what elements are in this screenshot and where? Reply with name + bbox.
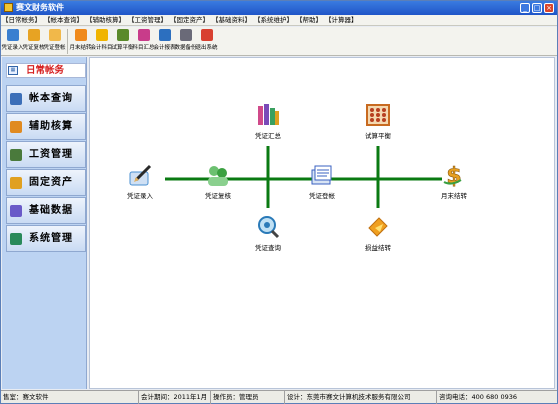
- menu-calculator[interactable]: 【计算器】: [324, 15, 359, 25]
- node-voucher-query[interactable]: 凭证查询: [238, 214, 298, 252]
- tool-reports[interactable]: 会计报表: [153, 27, 176, 56]
- tool-label: 退出系统: [195, 45, 218, 51]
- menu-ledger-query[interactable]: 【帐本查询】: [43, 15, 84, 25]
- printer-icon: [180, 29, 192, 41]
- node-voucher-post[interactable]: 凭证登帐: [292, 162, 352, 200]
- tool-voucher-review[interactable]: 凭证复核: [22, 27, 45, 56]
- menu-payroll[interactable]: 【工资管理】: [127, 15, 168, 25]
- node-label: 损益结转: [365, 244, 391, 252]
- check-voucher-icon: [28, 29, 40, 41]
- node-label: 月末结转: [441, 192, 467, 200]
- tool-voucher-entry[interactable]: 凭证录入: [1, 27, 24, 56]
- toolbar: 凭证录入 凭证复核 凭证登帐 月末结转 会计科目 试算平衡 科目汇总 会计报表 …: [1, 27, 557, 56]
- menu-help[interactable]: 【帮助】: [295, 15, 323, 25]
- daily-accounts-tab[interactable]: ▦ 日常帐务: [6, 63, 86, 78]
- tool-account-summary[interactable]: 科目汇总: [132, 27, 155, 56]
- settings-icon: [10, 233, 22, 245]
- maximize-button[interactable]: □: [532, 3, 542, 13]
- ledger-book-icon: [311, 165, 332, 185]
- pen-voucher-icon: [7, 29, 19, 41]
- nav-label: 系统管理: [29, 233, 73, 244]
- node-label: 凭证录入: [127, 192, 153, 200]
- abacus-icon: [366, 104, 390, 126]
- people-check-icon: [208, 166, 228, 186]
- menu-auxiliary[interactable]: 【辅助核算】: [85, 15, 126, 25]
- close-button[interactable]: ×: [544, 3, 554, 13]
- sync-icon: [75, 29, 87, 41]
- node-trial-balance[interactable]: 试算平衡: [348, 102, 408, 140]
- nav-ledger-query[interactable]: 帐本查询: [6, 85, 86, 112]
- status-operator: 操作员：管理员: [211, 391, 285, 404]
- data-icon: [10, 205, 22, 217]
- asset-icon: [10, 177, 22, 189]
- nav-basic-data[interactable]: 基础数据: [6, 197, 86, 224]
- status-period: 会计期间：2011年1月: [139, 391, 211, 404]
- node-voucher-entry[interactable]: 凭证录入: [110, 162, 170, 200]
- node-month-end-transfer[interactable]: $ 月末结转: [424, 162, 484, 200]
- nav-label: 工资管理: [29, 149, 73, 160]
- status-bar: 售室：赛文软件 会计期间：2011年1月 操作员：管理员 设计：东莞市赛文计算机…: [1, 390, 557, 404]
- node-label: 试算平衡: [365, 132, 391, 140]
- workflow-area: 凭证录入 凭证复核 凭证汇总 凭证查询 凭证登帐 试算平衡 损益结转 $ 月末结…: [89, 57, 555, 389]
- summary-icon: [138, 29, 150, 41]
- node-profit-loss-transfer[interactable]: 损益结转: [348, 214, 408, 252]
- nav-auxiliary[interactable]: 辅助核算: [6, 113, 86, 140]
- node-label: 凭证查询: [255, 244, 281, 252]
- menu-fixed-assets[interactable]: 【固定资产】: [169, 15, 210, 25]
- app-window: 赛文财务软件 _ □ × 【日常帐务】 【帐本查询】 【辅助核算】 【工资管理】…: [0, 0, 558, 404]
- book-query-icon: [10, 93, 22, 105]
- tool-month-end[interactable]: 月末结转: [69, 27, 92, 56]
- window-title: 赛文财务软件: [16, 3, 64, 12]
- node-voucher-summary[interactable]: 凭证汇总: [238, 102, 298, 140]
- book-icon: [49, 29, 61, 41]
- tool-label: 凭证登帐: [43, 45, 66, 51]
- node-label: 凭证登帐: [309, 192, 335, 200]
- tool-backup[interactable]: 数据备份: [174, 27, 197, 56]
- app-icon: [4, 3, 13, 12]
- pen-icon: [129, 164, 152, 186]
- menu-daily[interactable]: 【日常帐务】: [1, 15, 42, 25]
- menu-maintenance[interactable]: 【系统维护】: [253, 15, 294, 25]
- title-bar[interactable]: 赛文财务软件 _ □ ×: [1, 1, 557, 15]
- folder-arrow-icon: [368, 217, 388, 237]
- nav-system-management[interactable]: 系统管理: [6, 225, 86, 252]
- minimize-button[interactable]: _: [520, 3, 530, 13]
- status-company: 设计：东莞市赛文计算机技术服务有限公司: [285, 391, 437, 404]
- ledger-icon: [96, 29, 108, 41]
- tool-trial-balance[interactable]: 试算平衡: [111, 27, 134, 56]
- money-icon: [10, 149, 22, 161]
- menu-basic-data[interactable]: 【基础资料】: [211, 15, 252, 25]
- nav-label: 帐本查询: [29, 93, 73, 104]
- people-icon: [10, 121, 22, 133]
- nav-fixed-assets[interactable]: 固定资产: [6, 169, 86, 196]
- tool-exit[interactable]: 退出系统: [195, 27, 218, 56]
- nav-label: 基础数据: [29, 205, 73, 216]
- workflow-lines: [165, 146, 442, 208]
- nav-label: 固定资产: [29, 177, 73, 188]
- scale-icon: [117, 29, 129, 41]
- dollar-icon: $: [443, 164, 462, 189]
- nav-label: 辅助核算: [29, 121, 73, 132]
- status-phone: 咨询电话：400 680 0936: [439, 393, 517, 401]
- magnifier-icon: [258, 216, 280, 239]
- grid-icon: ▦: [8, 66, 18, 75]
- nav-payroll[interactable]: 工资管理: [6, 141, 86, 168]
- node-label: 凭证汇总: [255, 132, 281, 140]
- node-label: 凭证复核: [205, 192, 231, 200]
- tool-accounts[interactable]: 会计科目: [90, 27, 113, 56]
- books-stack-icon: [258, 104, 279, 125]
- report-icon: [159, 29, 171, 41]
- menu-bar: 【日常帐务】 【帐本查询】 【辅助核算】 【工资管理】 【固定资产】 【基础资料…: [1, 15, 557, 26]
- daily-accounts-label: 日常帐务: [26, 65, 65, 76]
- node-voucher-review[interactable]: 凭证复核: [188, 162, 248, 200]
- status-user: 售室：赛文软件: [1, 391, 139, 404]
- tool-voucher-post[interactable]: 凭证登帐: [43, 27, 66, 56]
- exit-icon: [201, 29, 213, 41]
